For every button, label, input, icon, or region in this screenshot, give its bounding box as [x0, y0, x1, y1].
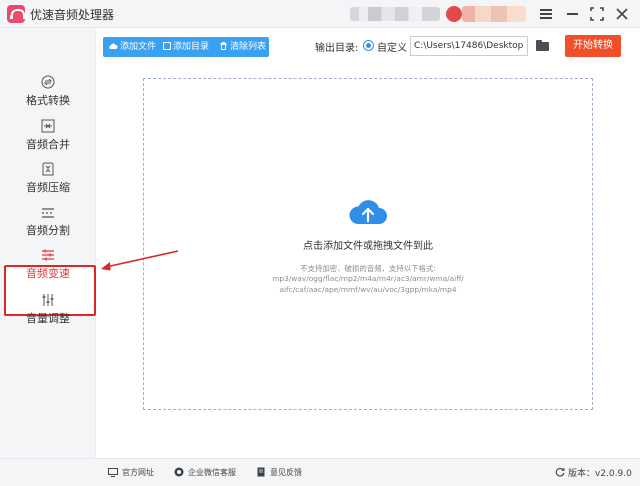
- clear-list-label: 清除列表: [230, 42, 267, 52]
- supported-formats-line-1: mp3/wav/ogg/flac/mp2/m4a/m4r/ac3/amr/wma…: [272, 274, 464, 283]
- toolbar-button-group: 添加文件 添加目录 清除列表: [103, 37, 269, 57]
- start-convert-button[interactable]: 开始转换: [565, 35, 621, 57]
- compress-icon: [41, 161, 55, 176]
- feedback-link[interactable]: 意见反馈: [256, 467, 302, 478]
- sidebar-item-label: 音量调整: [26, 312, 70, 325]
- sidebar-item-label: 音频分割: [26, 224, 70, 237]
- browse-folder-icon[interactable]: [534, 37, 552, 53]
- cloud-upload-icon: [349, 200, 387, 224]
- format-convert-icon: [41, 74, 55, 89]
- sidebar-item-label: 音频压缩: [26, 181, 70, 194]
- sidebar: 格式转换 音频合并 音频压缩 音频分割 音频变速 音量调整: [0, 28, 96, 458]
- maximize-icon[interactable]: [586, 4, 608, 24]
- merge-icon: [41, 118, 55, 133]
- add-file-button[interactable]: 添加文件: [108, 37, 156, 57]
- official-website-label: 官方网址: [122, 468, 154, 477]
- drop-zone-title: 点击添加文件或拖拽文件到此: [303, 241, 433, 252]
- add-folder-label: 添加目录: [173, 42, 210, 52]
- version-info[interactable]: 版本：v2.0.9.0: [555, 466, 632, 479]
- add-file-label: 添加文件: [120, 42, 157, 52]
- volume-sliders-icon: [41, 292, 55, 306]
- version-label: 版本：v2.0.9.0: [568, 469, 632, 479]
- user-avatar[interactable]: [446, 6, 462, 22]
- minimize-icon[interactable]: [562, 4, 584, 24]
- footer-bar: 官方网址 企业微信客服 意见反馈 版本：v2.0.9.0: [0, 458, 640, 486]
- feedback-icon: [256, 467, 266, 477]
- custom-output-radio[interactable]: [363, 40, 374, 51]
- drop-zone-hint: 不支持加密、破损的音频，支持以下格式:: [300, 264, 436, 273]
- sidebar-item-speed[interactable]: 音频变速: [0, 247, 96, 287]
- speed-icon: [41, 247, 55, 261]
- file-drop-zone[interactable]: 点击添加文件或拖拽文件到此 不支持加密、破损的音频，支持以下格式: mp3/wa…: [143, 78, 593, 410]
- feedback-label: 意见反馈: [270, 468, 302, 477]
- folder-icon: [163, 42, 171, 50]
- custom-output-label: 自定义: [377, 43, 407, 54]
- red-arrow-annotation: [101, 250, 179, 271]
- sidebar-item-compress[interactable]: 音频压缩: [0, 161, 96, 201]
- clear-list-button[interactable]: 清除列表: [220, 37, 266, 57]
- sidebar-item-label: 格式转换: [26, 94, 70, 107]
- blurred-account-info: [350, 7, 440, 21]
- title-bar: 优速音频处理器: [0, 0, 640, 28]
- split-icon: [41, 204, 55, 218]
- official-website-link[interactable]: 官方网址: [108, 467, 154, 478]
- close-icon[interactable]: [611, 4, 633, 24]
- sidebar-item-format-convert[interactable]: 格式转换: [0, 74, 96, 114]
- sidebar-item-volume[interactable]: 音量调整: [0, 292, 96, 332]
- sidebar-item-label: 音频变速: [26, 267, 70, 280]
- add-folder-button[interactable]: 添加目录: [163, 37, 209, 57]
- headset-icon: [174, 467, 184, 477]
- output-directory-label: 输出目录:: [315, 43, 359, 54]
- wechat-support-label: 企业微信客服: [188, 468, 236, 477]
- menu-icon[interactable]: [535, 4, 557, 24]
- sidebar-item-split[interactable]: 音频分割: [0, 204, 96, 244]
- blurred-user-name: [462, 6, 526, 22]
- monitor-icon: [108, 468, 118, 477]
- refresh-icon: [555, 467, 565, 477]
- output-path-input[interactable]: [410, 36, 528, 56]
- sidebar-item-label: 音频合并: [26, 138, 70, 151]
- cloud-upload-icon: [109, 43, 118, 49]
- app-title: 优速音频处理器: [30, 8, 115, 22]
- trash-icon: [220, 42, 227, 50]
- app-logo-icon: [7, 5, 28, 23]
- wechat-support-link[interactable]: 企业微信客服: [174, 467, 236, 478]
- sidebar-item-merge[interactable]: 音频合并: [0, 118, 96, 158]
- supported-formats-line-2: aifc/caf/aac/ape/mmf/wv/au/voc/3gpp/mka/…: [279, 285, 457, 294]
